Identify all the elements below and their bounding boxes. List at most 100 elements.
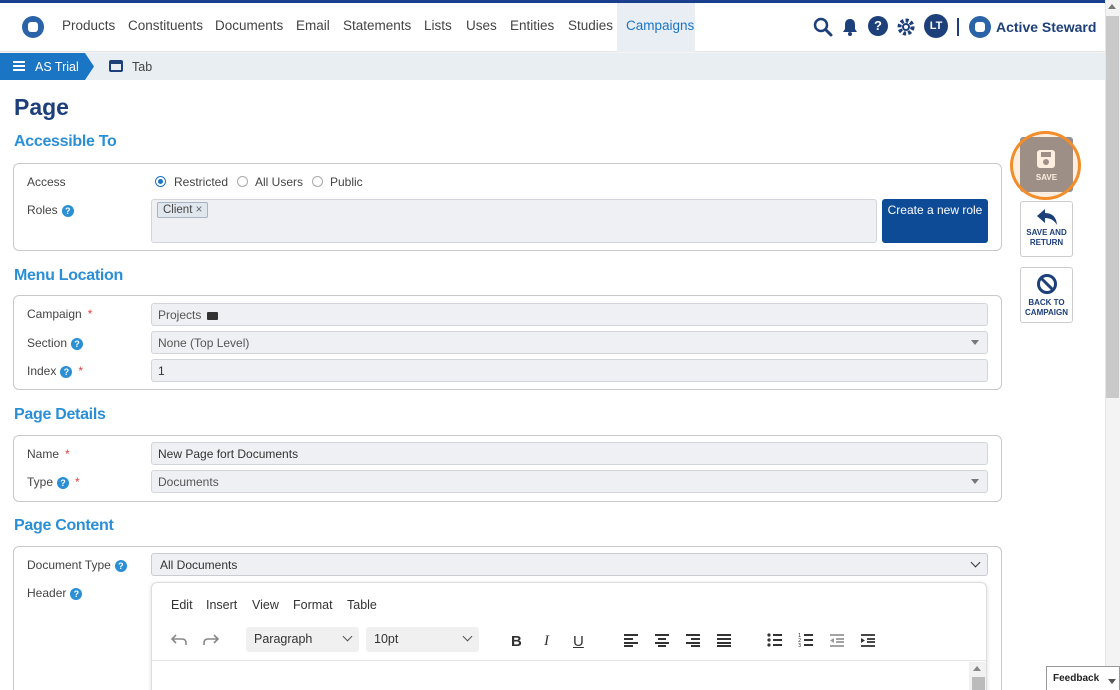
remove-tag-icon[interactable]: × — [196, 204, 203, 216]
campaign-label-wrap: Campaign * — [27, 307, 92, 321]
doctype-select[interactable]: All Documents — [151, 553, 988, 576]
nav-documents[interactable]: Documents — [215, 18, 283, 33]
radio-public-label: Public — [330, 175, 363, 189]
help-icon[interactable]: ? — [868, 16, 888, 36]
index-label: Index — [27, 364, 57, 378]
nav-products[interactable]: Products — [62, 18, 115, 33]
nav-entities[interactable]: Entities — [510, 18, 554, 33]
nav-uses[interactable]: Uses — [466, 18, 497, 33]
editor-menu-view[interactable]: View — [252, 598, 279, 612]
search-icon[interactable] — [813, 17, 833, 37]
index-input[interactable]: 1 — [151, 359, 988, 382]
scroll-up-icon[interactable] — [973, 666, 981, 671]
required-mark: * — [65, 447, 70, 461]
radio-public[interactable] — [312, 176, 323, 187]
gear-icon[interactable] — [896, 17, 916, 37]
align-right-icon[interactable] — [685, 633, 701, 647]
block-format-value: Paragraph — [254, 632, 313, 646]
rich-text-editor[interactable]: Edit Insert View Format Table Paragraph … — [151, 582, 987, 690]
scroll-down-icon[interactable] — [1108, 679, 1116, 684]
role-tag: Client × — [157, 202, 209, 218]
breadcrumb — [0, 53, 1105, 80]
nav-lists[interactable]: Lists — [424, 18, 452, 33]
scroll-up-icon[interactable] — [1108, 4, 1116, 9]
nav-campaigns[interactable]: Campaigns — [626, 18, 694, 33]
campaign-field[interactable]: Projects — [151, 303, 988, 326]
indent-icon[interactable] — [860, 633, 876, 647]
align-left-icon[interactable] — [623, 633, 639, 647]
undo-icon[interactable] — [170, 631, 188, 647]
create-role-button[interactable]: Create a new role — [882, 199, 988, 243]
nav-studies[interactable]: Studies — [568, 18, 613, 33]
roles-input[interactable]: Client × — [151, 199, 877, 243]
monitor-icon — [206, 312, 218, 320]
nav-constituents[interactable]: Constituents — [128, 18, 203, 33]
redo-icon[interactable] — [202, 631, 220, 647]
align-center-icon[interactable] — [654, 633, 670, 647]
svg-text:3: 3 — [798, 643, 801, 647]
bullet-list-icon[interactable] — [767, 633, 783, 647]
feedback-button[interactable]: Feedback — [1046, 666, 1120, 690]
access-label: Access — [27, 175, 66, 189]
underline-icon[interactable]: U — [573, 633, 584, 650]
hamburger-icon[interactable] — [13, 61, 25, 71]
bold-icon[interactable]: B — [511, 633, 522, 650]
section-label: Section — [27, 336, 68, 350]
chevron-down-icon — [342, 631, 353, 642]
campaign-value: Projects — [158, 308, 202, 322]
nav-email[interactable]: Email — [296, 18, 330, 33]
type-select[interactable]: Documents — [151, 470, 988, 493]
radio-restricted[interactable] — [155, 176, 166, 187]
page-scrollbar-thumb[interactable] — [1106, 16, 1119, 398]
name-label: Name — [27, 447, 60, 461]
user-avatar[interactable]: LT — [924, 14, 948, 38]
section-content-heading: Page Content — [14, 517, 114, 534]
help-icon[interactable]: ? — [61, 204, 74, 217]
name-input[interactable]: New Page fort Documents — [151, 442, 988, 465]
return-arrow-icon — [1036, 209, 1057, 225]
help-icon[interactable]: ? — [70, 587, 83, 600]
app-logo[interactable] — [22, 16, 44, 38]
save-and-return-button[interactable]: SAVE AND RETURN — [1020, 201, 1073, 257]
editor-menu-insert[interactable]: Insert — [206, 598, 237, 612]
feedback-label: Feedback — [1053, 673, 1100, 684]
chevron-down-icon — [970, 557, 981, 568]
campaign-label: Campaign — [27, 307, 82, 321]
role-tag-label: Client — [163, 204, 193, 216]
nav-statements[interactable]: Statements — [343, 18, 411, 33]
align-justify-icon[interactable] — [716, 633, 732, 647]
bell-icon[interactable] — [841, 17, 859, 37]
help-icon[interactable]: ? — [60, 365, 73, 378]
help-icon[interactable]: ? — [114, 559, 127, 572]
editor-menu-edit[interactable]: Edit — [171, 598, 193, 612]
outdent-icon[interactable] — [829, 633, 845, 647]
radio-all-users[interactable] — [237, 176, 248, 187]
doctype-label: Document Type — [27, 558, 111, 572]
ban-icon — [1036, 274, 1057, 294]
breadcrumb-root-label: AS Trial — [35, 60, 79, 74]
back-to-campaign-label-2: CAMPAIGN — [1025, 308, 1068, 317]
breadcrumb-root[interactable]: AS Trial — [0, 53, 94, 80]
caret-down-icon — [971, 340, 979, 345]
editor-menu-format[interactable]: Format — [293, 598, 333, 612]
type-value: Documents — [158, 475, 219, 489]
required-mark: * — [78, 364, 84, 378]
editor-menu-table[interactable]: Table — [347, 598, 377, 612]
section-select[interactable]: None (Top Level) — [151, 331, 988, 354]
block-format-select[interactable]: Paragraph — [246, 627, 359, 652]
editor-scroll-thumb[interactable] — [972, 677, 985, 690]
back-to-campaign-label-1: BACK TO — [1028, 298, 1065, 307]
help-icon[interactable]: ? — [71, 337, 84, 350]
index-label-wrap: Index? * — [27, 364, 83, 378]
type-label: Type — [27, 475, 54, 489]
font-size-value: 10pt — [374, 632, 399, 646]
font-size-select[interactable]: 10pt — [366, 627, 479, 652]
radio-restricted-label: Restricted — [174, 175, 229, 189]
section-menu-heading: Menu Location — [14, 267, 123, 284]
italic-icon[interactable]: I — [544, 633, 549, 650]
numbered-list-icon[interactable]: 123 — [798, 633, 814, 647]
roles-label-wrap: Roles? — [27, 203, 74, 217]
back-to-campaign-button[interactable]: BACK TO CAMPAIGN — [1020, 267, 1073, 323]
editor-toolbar-divider — [152, 660, 986, 661]
help-icon[interactable]: ? — [57, 476, 70, 489]
